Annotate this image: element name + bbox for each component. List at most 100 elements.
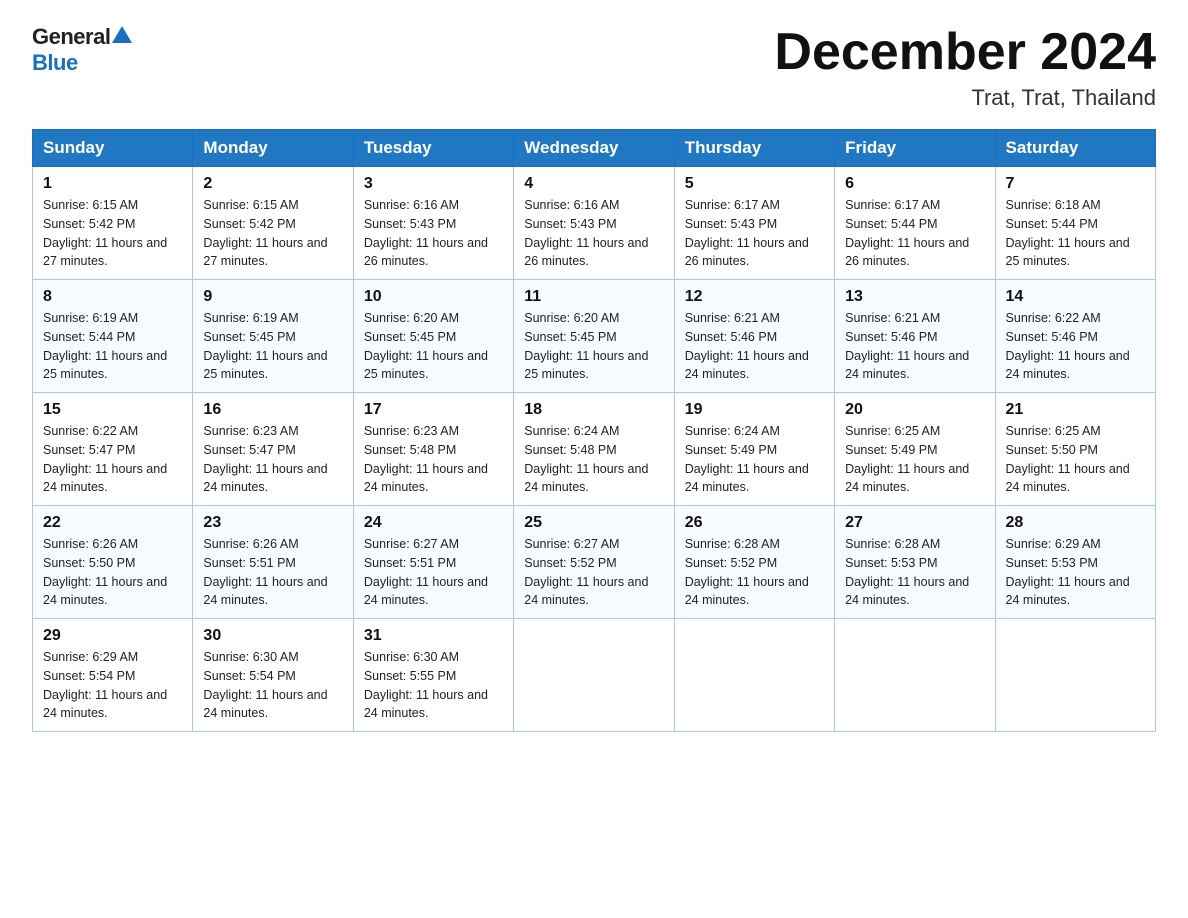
- day-info: Sunrise: 6:24 AMSunset: 5:48 PMDaylight:…: [524, 424, 648, 494]
- weekday-header-friday: Friday: [835, 130, 995, 167]
- day-number: 8: [43, 288, 182, 306]
- day-info: Sunrise: 6:30 AMSunset: 5:55 PMDaylight:…: [364, 650, 488, 720]
- day-number: 12: [685, 288, 824, 306]
- calendar-day-cell: 7 Sunrise: 6:18 AMSunset: 5:44 PMDayligh…: [995, 167, 1155, 280]
- day-number: 23: [203, 514, 342, 532]
- calendar-week-row: 8 Sunrise: 6:19 AMSunset: 5:44 PMDayligh…: [33, 280, 1156, 393]
- calendar-day-cell: 6 Sunrise: 6:17 AMSunset: 5:44 PMDayligh…: [835, 167, 995, 280]
- calendar-day-cell: 1 Sunrise: 6:15 AMSunset: 5:42 PMDayligh…: [33, 167, 193, 280]
- calendar-day-cell: 3 Sunrise: 6:16 AMSunset: 5:43 PMDayligh…: [353, 167, 513, 280]
- day-number: 27: [845, 514, 984, 532]
- day-number: 29: [43, 627, 182, 645]
- calendar-body: 1 Sunrise: 6:15 AMSunset: 5:42 PMDayligh…: [33, 167, 1156, 732]
- calendar-day-cell: 16 Sunrise: 6:23 AMSunset: 5:47 PMDaylig…: [193, 393, 353, 506]
- day-number: 20: [845, 401, 984, 419]
- day-number: 4: [524, 175, 663, 193]
- weekday-header-wednesday: Wednesday: [514, 130, 674, 167]
- calendar-week-row: 1 Sunrise: 6:15 AMSunset: 5:42 PMDayligh…: [33, 167, 1156, 280]
- day-info: Sunrise: 6:29 AMSunset: 5:53 PMDaylight:…: [1006, 537, 1130, 607]
- calendar-table: SundayMondayTuesdayWednesdayThursdayFrid…: [32, 129, 1156, 732]
- calendar-day-cell: 26 Sunrise: 6:28 AMSunset: 5:52 PMDaylig…: [674, 506, 834, 619]
- logo: General Blue: [32, 24, 132, 76]
- day-number: 11: [524, 288, 663, 306]
- day-info: Sunrise: 6:17 AMSunset: 5:44 PMDaylight:…: [845, 198, 969, 268]
- day-info: Sunrise: 6:26 AMSunset: 5:51 PMDaylight:…: [203, 537, 327, 607]
- day-number: 10: [364, 288, 503, 306]
- day-number: 9: [203, 288, 342, 306]
- calendar-week-row: 22 Sunrise: 6:26 AMSunset: 5:50 PMDaylig…: [33, 506, 1156, 619]
- day-number: 1: [43, 175, 182, 193]
- calendar-week-row: 29 Sunrise: 6:29 AMSunset: 5:54 PMDaylig…: [33, 619, 1156, 732]
- weekday-header-row: SundayMondayTuesdayWednesdayThursdayFrid…: [33, 130, 1156, 167]
- day-info: Sunrise: 6:27 AMSunset: 5:51 PMDaylight:…: [364, 537, 488, 607]
- calendar-day-cell: 11 Sunrise: 6:20 AMSunset: 5:45 PMDaylig…: [514, 280, 674, 393]
- day-number: 3: [364, 175, 503, 193]
- day-number: 18: [524, 401, 663, 419]
- day-info: Sunrise: 6:18 AMSunset: 5:44 PMDaylight:…: [1006, 198, 1130, 268]
- location-title: Trat, Trat, Thailand: [774, 85, 1156, 111]
- calendar-day-cell: 8 Sunrise: 6:19 AMSunset: 5:44 PMDayligh…: [33, 280, 193, 393]
- calendar-day-cell: 23 Sunrise: 6:26 AMSunset: 5:51 PMDaylig…: [193, 506, 353, 619]
- day-number: 28: [1006, 514, 1145, 532]
- day-info: Sunrise: 6:22 AMSunset: 5:47 PMDaylight:…: [43, 424, 167, 494]
- calendar-day-cell: [514, 619, 674, 732]
- calendar-day-cell: 15 Sunrise: 6:22 AMSunset: 5:47 PMDaylig…: [33, 393, 193, 506]
- day-info: Sunrise: 6:29 AMSunset: 5:54 PMDaylight:…: [43, 650, 167, 720]
- calendar-day-cell: 13 Sunrise: 6:21 AMSunset: 5:46 PMDaylig…: [835, 280, 995, 393]
- logo-general-text: General: [32, 24, 110, 50]
- day-info: Sunrise: 6:27 AMSunset: 5:52 PMDaylight:…: [524, 537, 648, 607]
- day-number: 16: [203, 401, 342, 419]
- day-info: Sunrise: 6:20 AMSunset: 5:45 PMDaylight:…: [364, 311, 488, 381]
- weekday-header-sunday: Sunday: [33, 130, 193, 167]
- calendar-day-cell: 14 Sunrise: 6:22 AMSunset: 5:46 PMDaylig…: [995, 280, 1155, 393]
- day-info: Sunrise: 6:15 AMSunset: 5:42 PMDaylight:…: [43, 198, 167, 268]
- weekday-header-tuesday: Tuesday: [353, 130, 513, 167]
- weekday-header-monday: Monday: [193, 130, 353, 167]
- calendar-day-cell: 28 Sunrise: 6:29 AMSunset: 5:53 PMDaylig…: [995, 506, 1155, 619]
- title-block: December 2024 Trat, Trat, Thailand: [774, 24, 1156, 111]
- day-info: Sunrise: 6:17 AMSunset: 5:43 PMDaylight:…: [685, 198, 809, 268]
- day-info: Sunrise: 6:28 AMSunset: 5:52 PMDaylight:…: [685, 537, 809, 607]
- day-info: Sunrise: 6:30 AMSunset: 5:54 PMDaylight:…: [203, 650, 327, 720]
- day-number: 25: [524, 514, 663, 532]
- calendar-day-cell: 30 Sunrise: 6:30 AMSunset: 5:54 PMDaylig…: [193, 619, 353, 732]
- day-number: 21: [1006, 401, 1145, 419]
- day-info: Sunrise: 6:19 AMSunset: 5:44 PMDaylight:…: [43, 311, 167, 381]
- day-number: 2: [203, 175, 342, 193]
- calendar-day-cell: 10 Sunrise: 6:20 AMSunset: 5:45 PMDaylig…: [353, 280, 513, 393]
- calendar-day-cell: 25 Sunrise: 6:27 AMSunset: 5:52 PMDaylig…: [514, 506, 674, 619]
- calendar-day-cell: 19 Sunrise: 6:24 AMSunset: 5:49 PMDaylig…: [674, 393, 834, 506]
- calendar-week-row: 15 Sunrise: 6:22 AMSunset: 5:47 PMDaylig…: [33, 393, 1156, 506]
- day-number: 15: [43, 401, 182, 419]
- day-info: Sunrise: 6:24 AMSunset: 5:49 PMDaylight:…: [685, 424, 809, 494]
- calendar-day-cell: 12 Sunrise: 6:21 AMSunset: 5:46 PMDaylig…: [674, 280, 834, 393]
- day-info: Sunrise: 6:16 AMSunset: 5:43 PMDaylight:…: [524, 198, 648, 268]
- calendar-day-cell: 27 Sunrise: 6:28 AMSunset: 5:53 PMDaylig…: [835, 506, 995, 619]
- day-number: 31: [364, 627, 503, 645]
- day-info: Sunrise: 6:21 AMSunset: 5:46 PMDaylight:…: [845, 311, 969, 381]
- day-info: Sunrise: 6:23 AMSunset: 5:47 PMDaylight:…: [203, 424, 327, 494]
- calendar-day-cell: 20 Sunrise: 6:25 AMSunset: 5:49 PMDaylig…: [835, 393, 995, 506]
- day-number: 24: [364, 514, 503, 532]
- calendar-day-cell: 17 Sunrise: 6:23 AMSunset: 5:48 PMDaylig…: [353, 393, 513, 506]
- day-number: 6: [845, 175, 984, 193]
- weekday-header-thursday: Thursday: [674, 130, 834, 167]
- month-title: December 2024: [774, 24, 1156, 81]
- calendar-day-cell: 2 Sunrise: 6:15 AMSunset: 5:42 PMDayligh…: [193, 167, 353, 280]
- calendar-day-cell: [835, 619, 995, 732]
- calendar-day-cell: 24 Sunrise: 6:27 AMSunset: 5:51 PMDaylig…: [353, 506, 513, 619]
- calendar-day-cell: 31 Sunrise: 6:30 AMSunset: 5:55 PMDaylig…: [353, 619, 513, 732]
- page-header: General Blue December 2024 Trat, Trat, T…: [32, 24, 1156, 111]
- day-number: 14: [1006, 288, 1145, 306]
- calendar-day-cell: [995, 619, 1155, 732]
- day-info: Sunrise: 6:25 AMSunset: 5:50 PMDaylight:…: [1006, 424, 1130, 494]
- day-info: Sunrise: 6:23 AMSunset: 5:48 PMDaylight:…: [364, 424, 488, 494]
- day-info: Sunrise: 6:28 AMSunset: 5:53 PMDaylight:…: [845, 537, 969, 607]
- calendar-day-cell: 5 Sunrise: 6:17 AMSunset: 5:43 PMDayligh…: [674, 167, 834, 280]
- day-info: Sunrise: 6:26 AMSunset: 5:50 PMDaylight:…: [43, 537, 167, 607]
- day-info: Sunrise: 6:20 AMSunset: 5:45 PMDaylight:…: [524, 311, 648, 381]
- day-number: 19: [685, 401, 824, 419]
- day-info: Sunrise: 6:22 AMSunset: 5:46 PMDaylight:…: [1006, 311, 1130, 381]
- calendar-day-cell: 29 Sunrise: 6:29 AMSunset: 5:54 PMDaylig…: [33, 619, 193, 732]
- calendar-day-cell: 22 Sunrise: 6:26 AMSunset: 5:50 PMDaylig…: [33, 506, 193, 619]
